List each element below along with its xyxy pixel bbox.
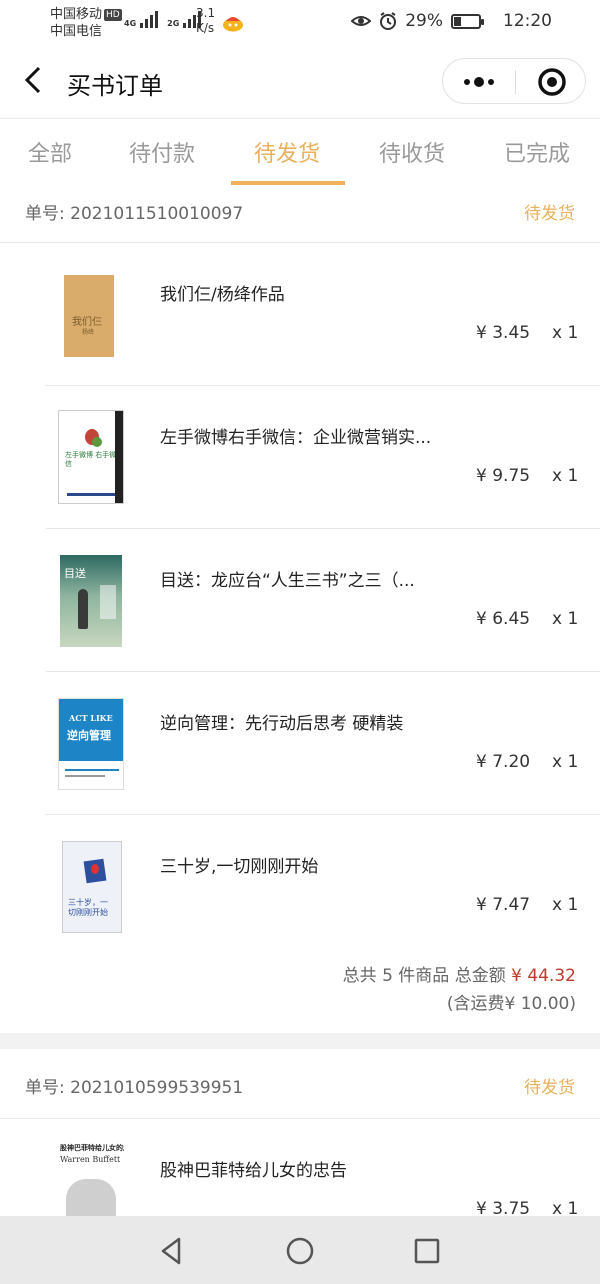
navigation-bar: 买书订单: [0, 46, 600, 118]
item-quantity: x 1: [552, 466, 579, 486]
book-cover: ACT LIKE 逆向管理: [58, 698, 124, 790]
network-speed: 3.1 K/s: [196, 6, 215, 36]
alarm-icon: [380, 12, 397, 30]
list-item[interactable]: 股神巴菲特给儿女的忠告 Warren Buffett 股神巴菲特给儿女的忠告 ¥…: [0, 1119, 600, 1219]
cover-title-en: Warren Buffett: [60, 1155, 121, 1164]
square-recent-icon[interactable]: [410, 1234, 444, 1268]
page-title: 买书订单: [67, 72, 163, 100]
status-bar: 中国移动 HD 中国电信 4G 2G 3.1 K/s 29% 12:20: [0, 0, 600, 46]
tab-all[interactable]: 全部: [28, 136, 72, 168]
list-item[interactable]: 三十岁，一切刚刚开始 三十岁,一切刚刚开始 ¥ 7.47 x 1: [0, 815, 600, 958]
summary-count: 总共 5 件商品 总金额: [342, 966, 506, 986]
book-cover: 三十岁，一切刚刚开始: [62, 841, 122, 933]
tab-completed[interactable]: 已完成: [504, 136, 570, 168]
cover-graphic: [100, 585, 116, 619]
cover-title: 逆向管理: [67, 729, 111, 742]
back-arrow-icon[interactable]: [18, 64, 50, 96]
order-header[interactable]: 单号: 2021010599539951 待发货: [0, 1049, 600, 1119]
cover-graphic: [65, 769, 119, 771]
cover-spine: [115, 411, 123, 503]
cover-graphic: [67, 493, 117, 496]
battery-level: [454, 16, 461, 26]
order-items: 股神巴菲特给儿女的忠告 Warren Buffett 股神巴菲特给儿女的忠告 ¥…: [0, 1119, 600, 1219]
order-number: 单号: 2021011510010097: [25, 204, 244, 224]
cover-title: 我们仨: [72, 317, 102, 328]
network-4g-label: 4G: [124, 19, 137, 28]
item-title: 目送：龙应台“人生三书”之三（...: [160, 571, 415, 591]
battery-icon: [451, 13, 484, 29]
signal-indicators: 4G 2G: [124, 10, 207, 28]
eye-icon: [351, 16, 372, 26]
circle-home-icon[interactable]: [283, 1234, 317, 1268]
cover-photo: [66, 1179, 116, 1219]
tab-pending-payment[interactable]: 待付款: [129, 136, 195, 168]
active-tab-indicator: [231, 181, 345, 185]
cover-title: 左手微博 右手微信: [65, 451, 117, 468]
order-header[interactable]: 单号: 2021011510010097 待发货: [0, 186, 600, 243]
item-price: ¥ 3.45: [476, 323, 531, 343]
book-cover: 我们仨 杨绛: [64, 275, 114, 357]
cover-title-en: ACT LIKE: [69, 713, 113, 723]
order-items: 我们仨 杨绛 我们仨/杨绛作品 ¥ 3.45 x 1 左手微博 右手微信 左手微…: [0, 243, 600, 1033]
list-item[interactable]: 左手微博 右手微信 左手微博右手微信：企业微营销实... ¥ 9.75 x 1: [0, 386, 600, 529]
carrier-1: 中国移动: [50, 7, 103, 22]
tab-pending-receipt[interactable]: 待收货: [379, 136, 445, 168]
order-total: ¥ 44.32: [511, 966, 576, 986]
book-cover: 左手微博 右手微信: [58, 410, 124, 504]
speed-unit: K/s: [196, 21, 215, 35]
triangle-back-icon[interactable]: [154, 1234, 188, 1268]
order-summary: 总共 5 件商品 总金额 ¥ 44.32: [343, 961, 576, 986]
carrier-info: 中国移动 HD 中国电信: [50, 6, 122, 40]
item-price: ¥ 7.47: [476, 895, 531, 915]
cover-title: 股神巴菲特给儿女的忠告: [60, 1143, 124, 1152]
item-title: 三十岁,一切刚刚开始: [160, 857, 319, 877]
item-price: ¥ 6.45: [476, 609, 531, 629]
cover-figure: [78, 589, 88, 629]
notification-app-icon: [223, 17, 243, 32]
list-item[interactable]: ACT LIKE 逆向管理 逆向管理：先行动后思考 硬精装 ¥ 7.20 x 1: [0, 672, 600, 815]
book-cover: 目送: [60, 555, 122, 647]
more-dots-icon[interactable]: [443, 59, 515, 105]
target-circle-icon: [538, 68, 566, 96]
shipping-fee: (含运费¥ 10.00): [446, 994, 576, 1014]
signal-bars-icon: [140, 10, 159, 28]
hd-badge: HD: [104, 9, 122, 21]
item-quantity: x 1: [552, 609, 579, 629]
speed-value: 3.1: [196, 6, 216, 20]
item-quantity: x 1: [552, 752, 579, 772]
tab-pending-shipment[interactable]: 待发货: [254, 136, 320, 168]
item-title: 我们仨/杨绛作品: [160, 285, 285, 305]
item-title: 逆向管理：先行动后思考 硬精装: [160, 714, 404, 734]
item-title: 左手微博右手微信：企业微营销实...: [160, 428, 432, 448]
order-number: 单号: 2021010599539951: [25, 1078, 244, 1098]
item-price: ¥ 9.75: [476, 466, 531, 486]
order-status: 待发货: [524, 204, 575, 224]
order-status: 待发货: [524, 1078, 575, 1098]
item-quantity: x 1: [552, 895, 579, 915]
clock-time: 12:20: [503, 11, 552, 31]
cover-graphic: [91, 864, 99, 874]
system-navigation-bar: [0, 1216, 600, 1284]
cover-title: 三十岁，一切刚刚开始: [68, 898, 108, 917]
item-title: 股神巴菲特给儿女的忠告: [160, 1161, 347, 1181]
cover-title: 目送: [64, 567, 86, 580]
cover-graphic: [92, 437, 102, 447]
battery-percent: 29%: [405, 11, 443, 31]
list-item[interactable]: 目送 目送：龙应台“人生三书”之三（... ¥ 6.45 x 1: [0, 529, 600, 672]
order-status-tabs: 全部 待付款 待发货 待收货 已完成: [0, 118, 600, 186]
status-right: 29% 12:20: [351, 11, 552, 31]
close-button[interactable]: [516, 59, 586, 105]
item-price: ¥ 7.20: [476, 752, 531, 772]
book-cover: 股神巴菲特给儿女的忠告 Warren Buffett: [60, 1143, 124, 1219]
list-item[interactable]: 我们仨 杨绛 我们仨/杨绛作品 ¥ 3.45 x 1: [0, 243, 600, 386]
mini-program-capsule: [442, 58, 586, 104]
cover-author: 杨绛: [82, 329, 95, 336]
network-2g-label: 2G: [167, 19, 180, 28]
carrier-2: 中国电信: [50, 24, 103, 39]
cover-graphic: [65, 775, 105, 777]
item-quantity: x 1: [552, 323, 579, 343]
